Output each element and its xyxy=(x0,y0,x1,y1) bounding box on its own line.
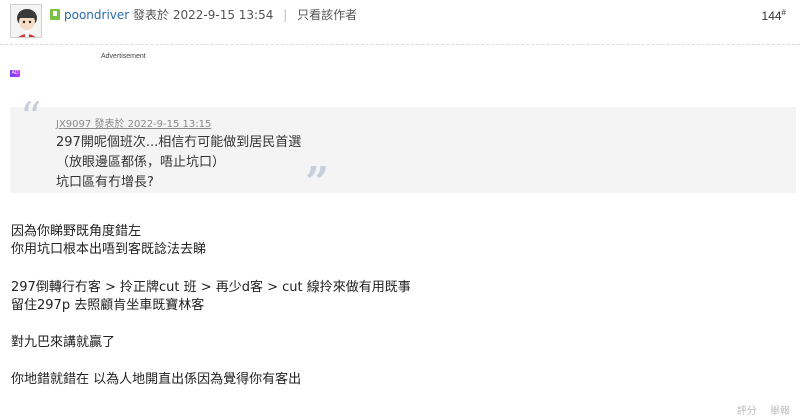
posted-time: 發表於 2022-9-15 13:54 xyxy=(133,8,274,22)
only-author-link[interactable]: 只看該作者 xyxy=(297,8,357,22)
rate-link[interactable]: 評分 xyxy=(737,406,757,417)
floor-mark: # xyxy=(781,8,786,17)
post-header: poondriver 發表於 2022-9-15 13:54 | 只看該作者 1… xyxy=(0,0,800,45)
avatar[interactable] xyxy=(10,4,42,38)
advertisement-label: Advertisement xyxy=(101,53,146,60)
post-text-line: 留住297p 去照顧肯坐車既寶林客 xyxy=(11,298,205,313)
author-line: poondriver 發表於 2022-9-15 13:54 | 只看該作者 xyxy=(64,7,357,23)
post-text-line: 你用坑口根本出唔到客既諗法去睇 xyxy=(11,242,207,257)
post-text-line: 你地錯就錯在 以為人地開直出係因為覺得你有客出 xyxy=(11,372,302,387)
ad-badge[interactable]: AD xyxy=(10,70,20,77)
post-text-line: 因為你睇野既角度錯左 xyxy=(11,224,142,239)
quote-line: 297開呢個班次...相信冇可能做到居民首選 xyxy=(56,135,302,150)
author-link[interactable]: poondriver xyxy=(64,8,129,22)
avatar-icon xyxy=(11,5,41,37)
online-status-icon xyxy=(50,9,60,20)
quote-meta-link[interactable]: JX9097 發表於 2022-9-15 13:15 xyxy=(56,115,211,130)
open-quote-icon: “ xyxy=(20,93,42,142)
post-text-line: 對九巴來講就贏了 xyxy=(11,335,116,350)
close-quote-icon: ” xyxy=(305,158,330,207)
post-actions: 評分 舉報 xyxy=(737,402,790,417)
post-text-line: 297倒轉行冇客 > 拎正牌cut 班 > 再少d客 > cut 線拎來做有用既… xyxy=(11,280,411,295)
quote-line: （放眼邊區都係，唔止坑口） xyxy=(56,155,226,170)
floor-number[interactable]: 144# xyxy=(762,8,786,23)
floor-value: 144 xyxy=(761,9,782,23)
report-link[interactable]: 舉報 xyxy=(770,406,790,417)
quote-line: 坑口區有冇增長? xyxy=(56,175,154,190)
separator: | xyxy=(283,8,288,22)
